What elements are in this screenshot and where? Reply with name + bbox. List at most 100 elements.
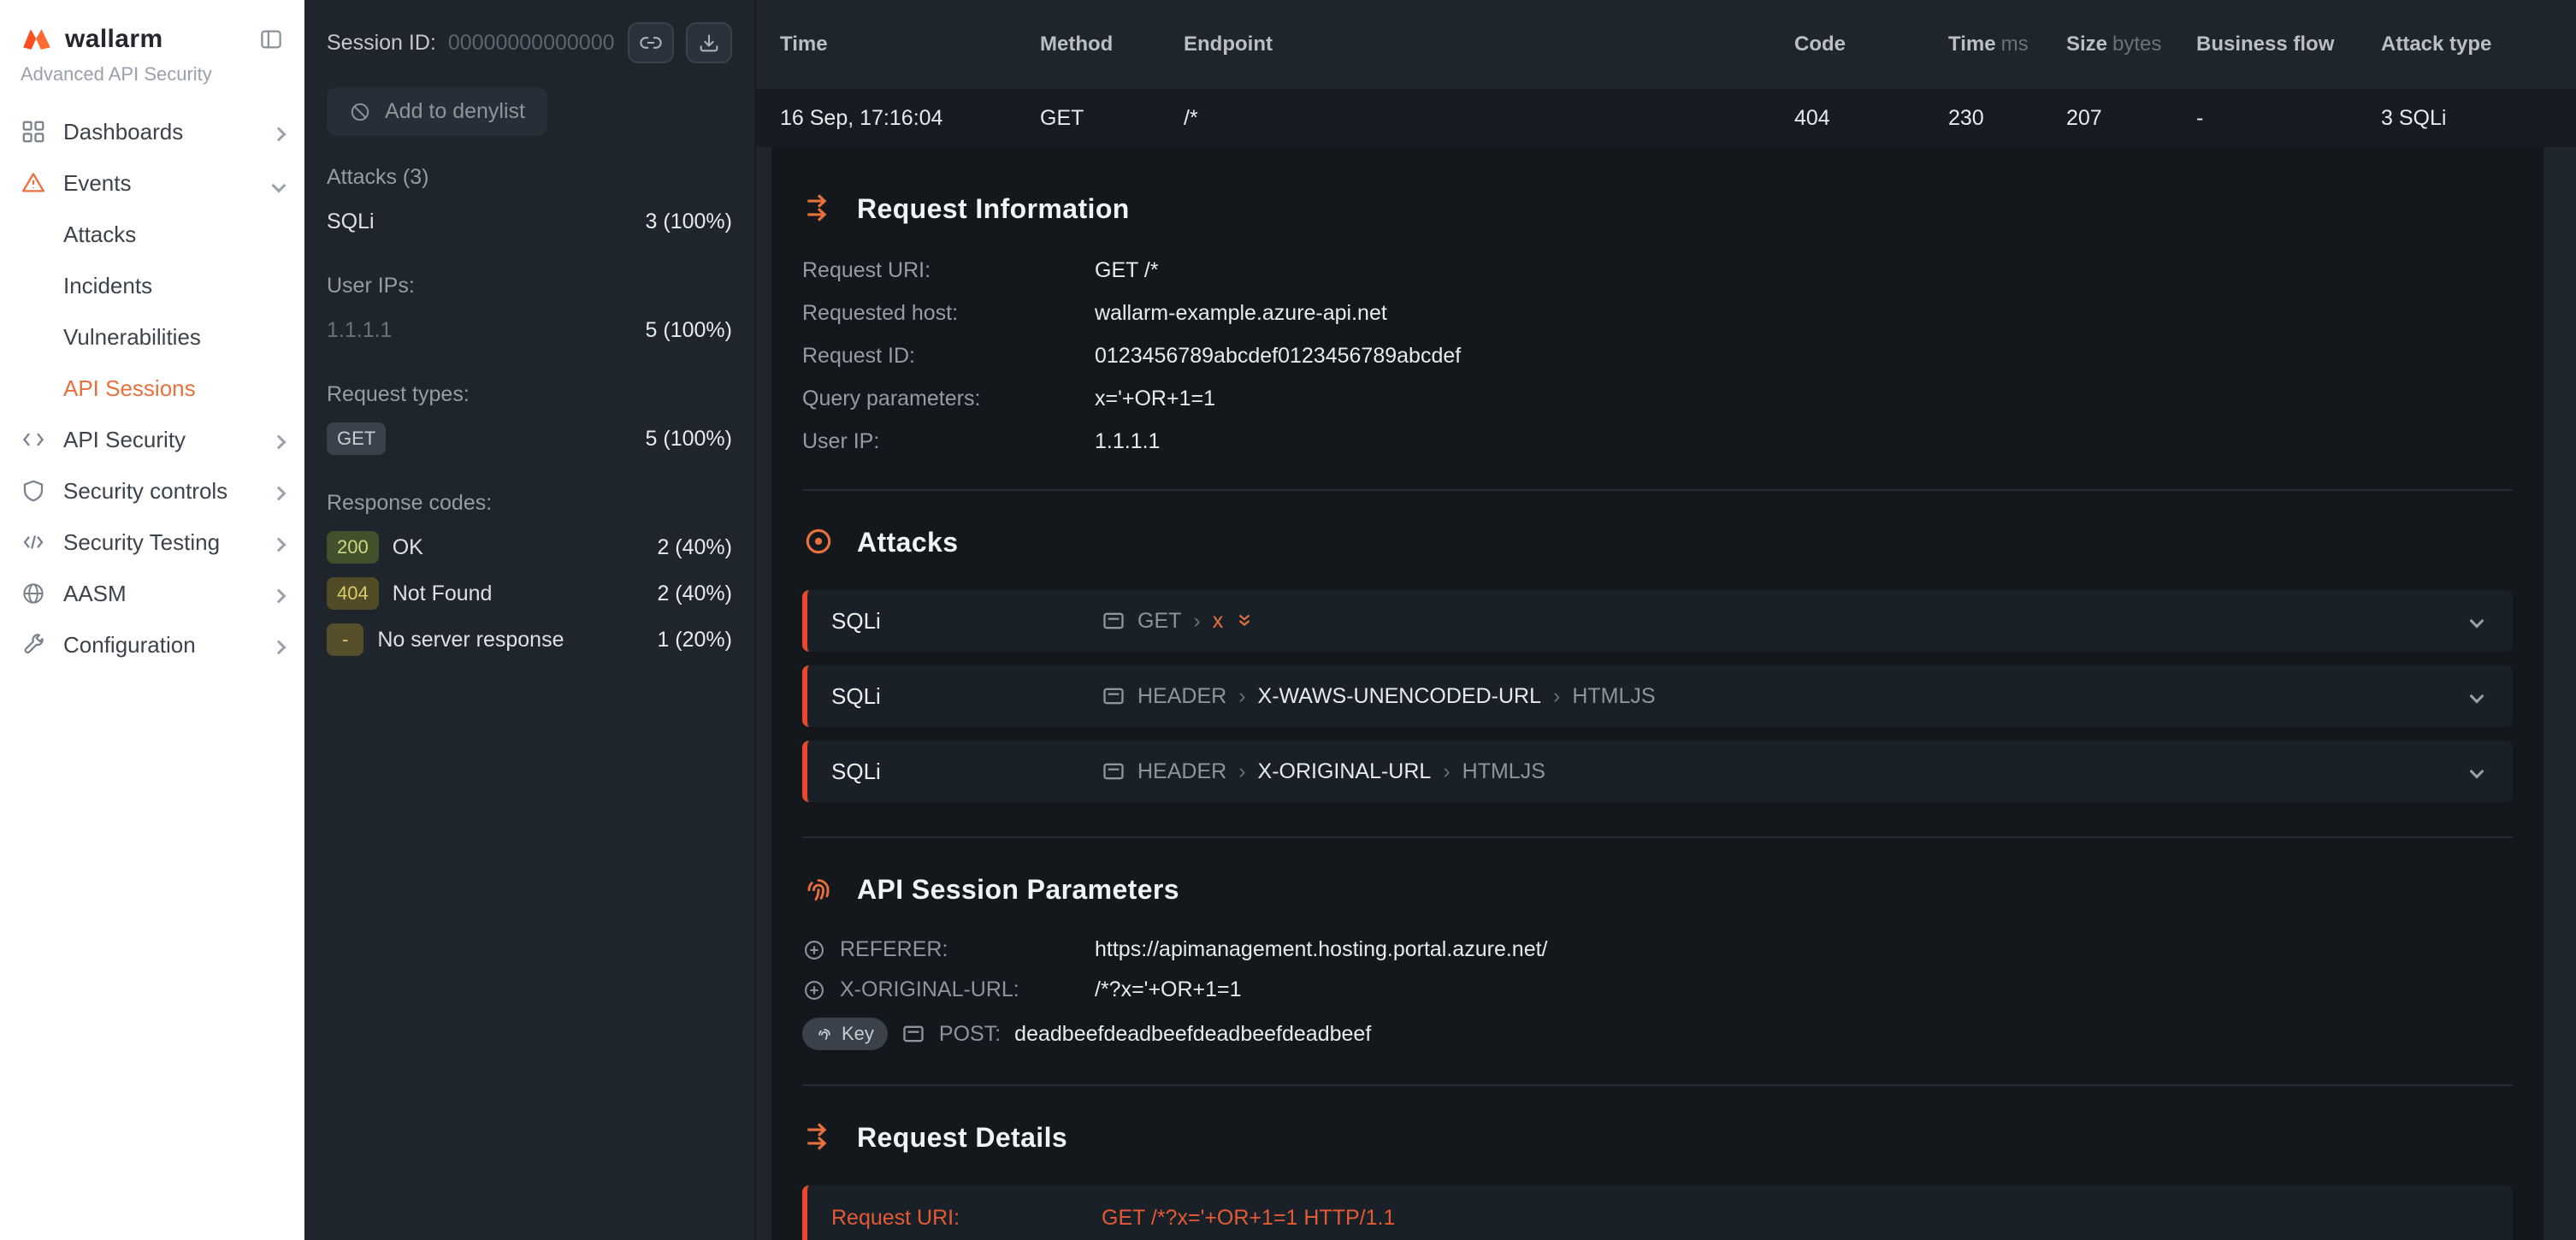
attack-param: X-WAWS-UNENCODED-URL [1258, 684, 1541, 709]
field-value: GET /* [1095, 257, 1159, 284]
globe-icon [21, 580, 48, 607]
field-label: User IP: [802, 428, 1095, 455]
collapse-sidebar-icon[interactable] [258, 27, 284, 52]
expand-chevron-icon[interactable] [2472, 616, 2489, 626]
path-separator [1238, 759, 1245, 784]
attack-variant: HTMLJS [1462, 759, 1545, 784]
attack-item[interactable]: SQLi GET x [802, 590, 2513, 652]
add-to-denylist-label: Add to denylist [385, 99, 525, 124]
request-details-icon [802, 1120, 836, 1154]
circle-plus-icon[interactable] [802, 938, 826, 962]
main-content: Time Method Endpoint Code Timems Sizebyt… [756, 0, 2576, 1240]
sidebar-item-incidents[interactable]: Incidents [0, 260, 304, 311]
field-label: Query parameters: [802, 385, 1095, 412]
summary-row[interactable]: 200 OK 2 (40%) [327, 524, 732, 570]
request-endpoint: /* [1184, 106, 1794, 131]
col-method: Method [1040, 32, 1184, 56]
sidebar: wallarm Advanced API Security Dashboards [0, 0, 304, 1240]
summary-row[interactable]: 1.1.1.1 5 (100%) [327, 307, 732, 353]
chevron-right-icon [274, 529, 284, 556]
sidebar-item-events[interactable]: Events [0, 157, 304, 209]
param-value: deadbeefdeadbeefdeadbeefdeadbeef [1014, 1022, 1371, 1047]
sidebar-item-security-testing[interactable]: Security Testing [0, 517, 304, 568]
field-value: 0123456789abcdef0123456789abcdef [1095, 342, 1461, 369]
shield-icon [21, 477, 48, 505]
sidebar-item-aasm[interactable]: AASM [0, 568, 304, 619]
summary-row[interactable]: - No server response 1 (20%) [327, 617, 732, 663]
status-count: 1 (20%) [657, 628, 732, 652]
sidebar-item-attacks[interactable]: Attacks [0, 209, 304, 260]
wallarm-logo-icon [21, 25, 53, 54]
field-row: Request ID: 0123456789abcdef0123456789ab… [802, 342, 2513, 369]
chevron-right-icon [274, 478, 284, 505]
download-button[interactable] [686, 22, 732, 63]
status-label: OK [393, 535, 423, 560]
request-attack-type: 3 SQLi [2381, 106, 2576, 131]
section-title: Request Details [857, 1122, 1067, 1154]
request-row[interactable]: 16 Sep, 17:16:04 GET /* 404 230 207 - 3 … [756, 89, 2576, 147]
request-type-count: 5 (100%) [646, 427, 732, 452]
request-information-section-header: Request Information [802, 192, 2513, 226]
sidebar-item-vulnerabilities[interactable]: Vulnerabilities [0, 311, 304, 363]
field-value: wallarm-example.azure-api.net [1095, 299, 1387, 327]
divider [802, 1084, 2513, 1086]
attack-param-link[interactable]: x [1213, 609, 1224, 634]
attack-point: GET [1137, 609, 1181, 634]
request-types-header: Request types: [327, 382, 732, 407]
ban-icon [349, 101, 371, 123]
sidebar-item-dashboards[interactable]: Dashboards [0, 106, 304, 157]
attack-type-label: SQLi [327, 210, 375, 234]
attack-item[interactable]: SQLi HEADER X-WAWS-UNENCODED-URL HTMLJS [802, 665, 2513, 727]
field-row: Requested host: wallarm-example.azure-ap… [802, 299, 2513, 327]
attack-variant: HTMLJS [1572, 684, 1655, 709]
col-business-flow: Business flow [2196, 32, 2381, 56]
status-count: 2 (40%) [657, 535, 732, 560]
divider [802, 489, 2513, 491]
attack-item[interactable]: SQLi HEADER X-ORIGINAL-URL HTMLJS [802, 741, 2513, 802]
api-session-parameters-section-header: API Session Parameters [802, 872, 2513, 906]
section-title: API Session Parameters [857, 874, 1179, 906]
grid-icon [21, 118, 48, 145]
attack-path: GET x [1102, 609, 1254, 634]
col-code: Code [1794, 32, 1948, 56]
attack-count: 3 (100%) [646, 210, 732, 234]
col-time: Time [780, 32, 1040, 56]
status-count: 2 (40%) [657, 582, 732, 606]
param-name-group: X-ORIGINAL-URL: [802, 977, 1095, 1002]
sidebar-item-api-security[interactable]: API Security [0, 414, 304, 465]
request-part-icon [901, 1024, 925, 1044]
param-name: X-ORIGINAL-URL: [840, 977, 1019, 1002]
section-title: Request Information [857, 193, 1130, 225]
copy-link-button[interactable] [628, 22, 674, 63]
fingerprint-mini-icon [816, 1025, 833, 1042]
sidebar-item-label: Dashboards [63, 119, 183, 145]
sidebar-item-label: Security controls [63, 478, 227, 505]
summary-row[interactable]: GET 5 (100%) [327, 416, 732, 462]
sidebar-item-security-controls[interactable]: Security controls [0, 465, 304, 517]
sidebar-item-configuration[interactable]: Configuration [0, 619, 304, 670]
sidebar-item-api-sessions[interactable]: API Sessions [0, 363, 304, 414]
chevron-down-icon [274, 170, 284, 197]
session-parameter-row: X-ORIGINAL-URL: /*?x='+OR+1=1 [802, 977, 2513, 1002]
request-detail-panel: Request Information Request URI: GET /* … [771, 147, 2544, 1240]
field-value: 1.1.1.1 [1095, 428, 1160, 455]
expand-chevron-icon[interactable] [2472, 766, 2489, 776]
user-ip-count: 5 (100%) [646, 318, 732, 343]
brand-name: wallarm [65, 25, 163, 54]
request-info-icon [802, 192, 836, 226]
add-to-denylist-button[interactable]: Add to denylist [327, 87, 547, 136]
sidebar-item-label: Events [63, 170, 132, 197]
sidebar-item-label: Vulnerabilities [63, 324, 201, 351]
chevron-right-icon [274, 427, 284, 453]
chevron-right-icon [274, 581, 284, 607]
circle-plus-icon[interactable] [802, 978, 826, 1002]
request-part-icon [1102, 686, 1126, 706]
summary-row[interactable]: 404 Not Found 2 (40%) [327, 570, 732, 617]
summary-row[interactable]: SQLi 3 (100%) [327, 198, 732, 245]
expand-chevron-icon[interactable] [2472, 691, 2489, 701]
status-badge: 200 [327, 531, 379, 564]
key-badge: Key [802, 1018, 888, 1050]
param-value: /*?x='+OR+1=1 [1095, 977, 1242, 1002]
path-separator [1238, 684, 1245, 709]
sidebar-item-label: Attacks [63, 221, 136, 248]
